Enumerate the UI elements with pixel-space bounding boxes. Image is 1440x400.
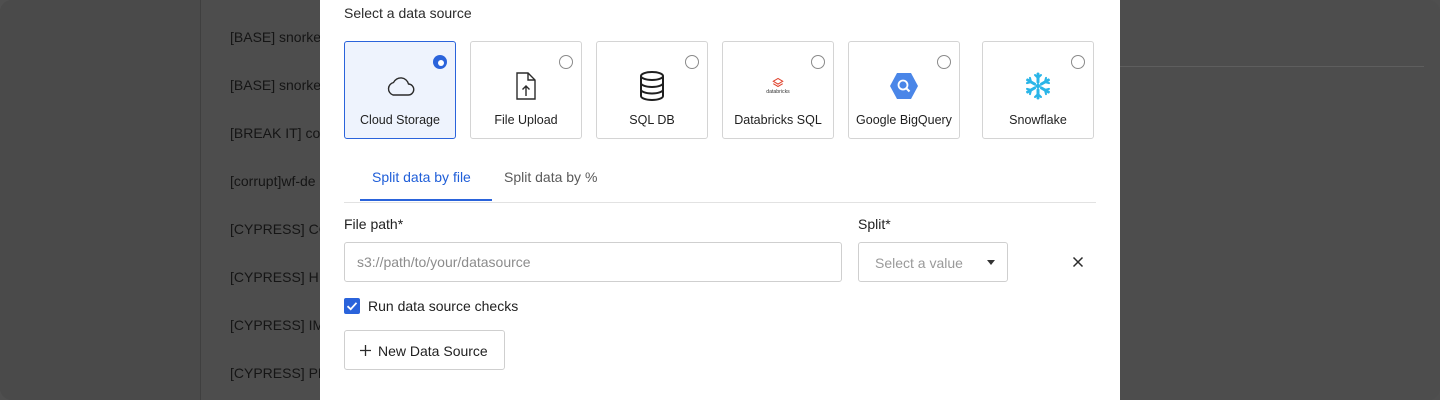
new-data-source-button[interactable]: New Data Source: [344, 330, 505, 370]
close-icon[interactable]: [1070, 254, 1086, 270]
source-card-file-upload[interactable]: File Upload: [470, 41, 582, 139]
source-label: SQL DB: [629, 113, 675, 127]
file-path-label: File path*: [344, 216, 404, 232]
select-source-label: Select a data source: [344, 5, 472, 21]
tab-split-by-file[interactable]: Split data by file: [372, 169, 471, 185]
source-radio-databricks-sql[interactable]: [811, 55, 825, 69]
source-radio-snowflake[interactable]: [1071, 55, 1085, 69]
background-sidebar: [0, 0, 201, 400]
source-card-cloud-storage[interactable]: Cloud Storage: [344, 41, 456, 139]
split-label: Split*: [858, 216, 891, 232]
background-list-item: [BASE] snorkel: [230, 29, 320, 45]
source-label: Google BigQuery: [856, 113, 952, 127]
background-list-item: [BASE] snorkel: [230, 77, 320, 93]
split-tabs: Split data by file Split data by %: [344, 160, 1096, 203]
cloud-icon: [384, 70, 416, 102]
run-checks-checkbox[interactable]: [344, 298, 360, 314]
split-select[interactable]: Select a value: [858, 242, 1008, 282]
run-checks-label: Run data source checks: [368, 298, 519, 314]
caret-down-icon: [987, 260, 995, 265]
background-list-item: [CYPRESS] HI: [230, 269, 320, 285]
source-radio-file-upload[interactable]: [559, 55, 573, 69]
source-card-google-bigquery[interactable]: Google BigQuery: [848, 41, 960, 139]
source-label: File Upload: [494, 113, 558, 127]
databricks-logo: databricks: [762, 70, 794, 102]
source-card-snowflake[interactable]: Snowflake: [982, 41, 1094, 139]
background-divider: [1120, 66, 1424, 67]
database-icon: [636, 70, 668, 102]
tab-split-by-percent[interactable]: Split data by %: [504, 169, 597, 185]
background-list-item: [CYPRESS] PD: [230, 365, 320, 381]
source-label: Cloud Storage: [360, 113, 440, 127]
active-tab-indicator: [360, 199, 492, 201]
background-list-item: [corrupt]wf-de: [230, 173, 316, 189]
source-label: Databricks SQL: [734, 113, 822, 127]
source-label: Snowflake: [1009, 113, 1067, 127]
add-data-source-modal: Select a data source Cloud Storage File …: [320, 0, 1120, 400]
app-frame: [BASE] snorkel [BASE] snorkel [BREAK IT]…: [0, 0, 1440, 400]
background-dataset-list: [BASE] snorkel [BASE] snorkel [BREAK IT]…: [230, 0, 320, 400]
background-list-item: [CYPRESS] IM: [230, 317, 320, 333]
new-data-source-label: New Data Source: [378, 343, 488, 359]
file-path-input[interactable]: [344, 242, 842, 282]
source-card-sql-db[interactable]: SQL DB: [596, 41, 708, 139]
snowflake-logo: [1022, 70, 1054, 102]
source-radio-google-bigquery[interactable]: [937, 55, 951, 69]
databricks-logo-text: databricks: [766, 89, 790, 95]
file-upload-icon: [510, 70, 542, 102]
source-radio-sql-db[interactable]: [685, 55, 699, 69]
checkmark-icon: [346, 302, 358, 311]
source-card-databricks-sql[interactable]: databricks Databricks SQL: [722, 41, 834, 139]
bigquery-logo: [888, 70, 920, 102]
split-select-placeholder: Select a value: [875, 255, 963, 271]
background-list-item: [BREAK IT] co: [230, 125, 320, 141]
plus-icon: [360, 345, 371, 356]
source-radio-cloud-storage[interactable]: [433, 55, 447, 69]
background-list-item: [CYPRESS] CO: [230, 221, 320, 237]
